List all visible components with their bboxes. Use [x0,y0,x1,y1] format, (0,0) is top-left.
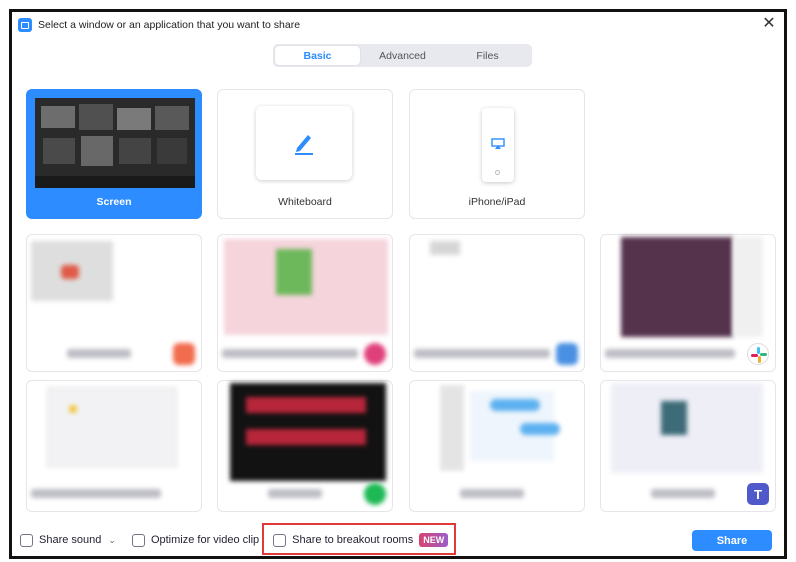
home-button-icon [495,170,500,175]
app-window-tile[interactable] [26,234,202,372]
teams-icon: T [747,483,769,505]
app-window-tile[interactable] [409,380,585,512]
window-title: Select a window or an application that y… [38,19,301,31]
source-label: Screen [96,196,132,208]
app-icon-blue [556,343,578,365]
tab-files[interactable]: Files [445,46,530,65]
tab-basic[interactable]: Basic [275,46,360,65]
app-window-tile[interactable] [217,234,393,372]
whiteboard-card [256,106,352,180]
share-tabs: Basic Advanced Files [273,44,532,67]
source-label: Whiteboard [278,196,332,208]
phone-card [482,108,514,182]
source-iphone-ipad[interactable]: iPhone/iPad [409,89,585,219]
optimize-video-label: Optimize for video clip [150,534,260,546]
chevron-down-icon[interactable]: ⌄ [108,535,116,546]
tab-advanced[interactable]: Advanced [360,46,445,65]
source-screen[interactable]: Screen [26,89,202,219]
app-window-tile[interactable] [217,380,393,512]
spotify-icon [364,483,386,505]
slack-icon [747,343,769,365]
share-sound-checkbox[interactable] [20,533,33,547]
share-sound-label: Share sound [39,534,102,546]
optimize-video-option[interactable]: Optimize for video clip [131,533,260,547]
app-icon-pink [364,343,386,365]
share-screen-dialog: Select a window or an application that y… [9,9,787,559]
app-window-tile[interactable]: T [600,380,776,512]
title-bar: Select a window or an application that y… [12,12,784,38]
share-options-bar: Share sound ⌄ Optimize for video clip Sh… [12,521,784,559]
app-window-tile[interactable] [600,234,776,372]
app-window-tile[interactable] [409,234,585,372]
app-window-tile[interactable] [26,380,202,512]
airplay-icon [491,138,505,149]
source-whiteboard[interactable]: Whiteboard [217,89,393,219]
zoom-app-icon [18,18,32,32]
app-icon-orange [173,343,195,365]
share-button[interactable]: Share [692,530,772,551]
highlight-annotation-box [262,523,456,555]
close-icon[interactable]: ✕ [760,15,778,33]
source-label: iPhone/iPad [468,196,526,208]
share-sound-option[interactable]: Share sound ⌄ [20,533,116,547]
optimize-video-checkbox[interactable] [131,533,145,547]
screen-thumbnail [35,98,195,188]
pen-icon [295,135,313,155]
